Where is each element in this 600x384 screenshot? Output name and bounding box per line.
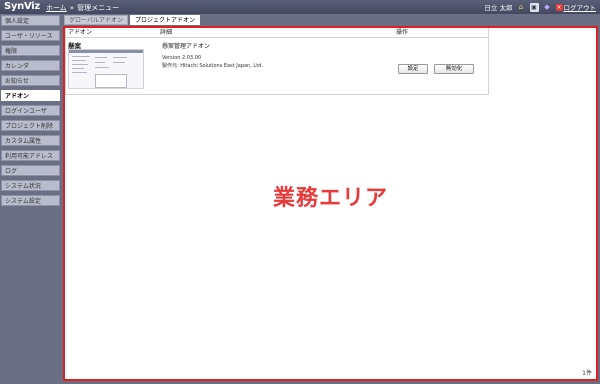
home-icon[interactable]: ⌂ — [517, 3, 526, 12]
header-tools: 日立 太郎 ⌂ ▣ ◆ × ログアウト — [484, 2, 596, 12]
record-count: 1件 — [582, 370, 592, 377]
app-logo[interactable]: SynViz — [4, 1, 40, 12]
table-header: アドオン 詳細 操作 — [66, 28, 488, 38]
user-name: 日立 太郎 — [484, 4, 513, 12]
sidebar-item-login-users[interactable]: ログインユーザ — [1, 105, 60, 116]
table-row: 懸案 懸案管理アドオン Version 2.03.00 製作元: Hitachi… — [66, 38, 488, 94]
sidebar-item-users-resources[interactable]: ユーザ・リソース — [1, 30, 60, 41]
sidebar: 個人設定 ユーザ・リソース 権限 カレンダ お知らせ アドオン ログインユーザ … — [0, 14, 62, 384]
addon-version: Version 2.03.00 — [162, 55, 202, 61]
logout-label: ログアウト — [563, 4, 597, 12]
tab-project-addons[interactable]: プロジェクトアドオン — [129, 15, 200, 25]
sidebar-item-addons[interactable]: アドオン — [1, 90, 60, 101]
breadcrumb-separator: » — [69, 4, 75, 12]
sidebar-item-system-settings[interactable]: システム設定 — [1, 195, 60, 206]
work-area-panel: アドオン 詳細 操作 懸案 懸案管理アドオン Version 2.03.00 製… — [63, 26, 598, 381]
top-header: SynViz ホーム» 管理メニュー 日立 太郎 ⌂ ▣ ◆ × ログアウト — [0, 0, 600, 14]
column-header-addon: アドオン — [68, 29, 93, 36]
addon-tabs: グローバルアドオン プロジェクトアドオン — [64, 15, 200, 25]
addon-thumbnail — [68, 49, 144, 89]
column-header-action: 操作 — [396, 29, 409, 36]
settings-button[interactable]: 設定 — [398, 64, 428, 74]
gem-icon[interactable]: ◆ — [543, 3, 552, 12]
addon-table: アドオン 詳細 操作 懸案 懸案管理アドオン Version 2.03.00 製… — [65, 28, 489, 95]
sidebar-item-personal-settings[interactable]: 個人設定 — [1, 15, 60, 26]
sidebar-item-custom-attributes[interactable]: カスタム属性 — [1, 135, 60, 146]
sidebar-item-log[interactable]: ログ — [1, 165, 60, 176]
tab-global-addons[interactable]: グローバルアドオン — [64, 15, 128, 25]
breadcrumb-home-link[interactable]: ホーム — [46, 4, 67, 12]
work-area-label: 業務エリア — [272, 186, 388, 211]
sidebar-item-project-delete[interactable]: プロジェクト削除 — [1, 120, 60, 131]
sidebar-item-system-status[interactable]: システム状況 — [1, 180, 60, 191]
sidebar-item-available-addresses[interactable]: 利用可能アドレス — [1, 150, 60, 161]
sidebar-item-calendar[interactable]: カレンダ — [1, 60, 60, 71]
sidebar-item-notices[interactable]: お知らせ — [1, 75, 60, 86]
breadcrumb: ホーム» 管理メニュー — [46, 3, 119, 13]
window-icon[interactable]: ▣ — [529, 2, 539, 12]
column-header-detail: 詳細 — [160, 29, 173, 36]
breadcrumb-current: 管理メニュー — [77, 4, 120, 12]
sidebar-item-permissions[interactable]: 権限 — [1, 45, 60, 56]
logout-button[interactable]: × ログアウト — [555, 2, 597, 12]
addon-detail-name: 懸案管理アドオン — [162, 43, 211, 50]
disable-button[interactable]: 無効化 — [434, 64, 474, 74]
close-icon: × — [555, 3, 563, 11]
addon-maker: 製作元: Hitachi Solutions East Japan, Ltd. — [162, 63, 263, 69]
